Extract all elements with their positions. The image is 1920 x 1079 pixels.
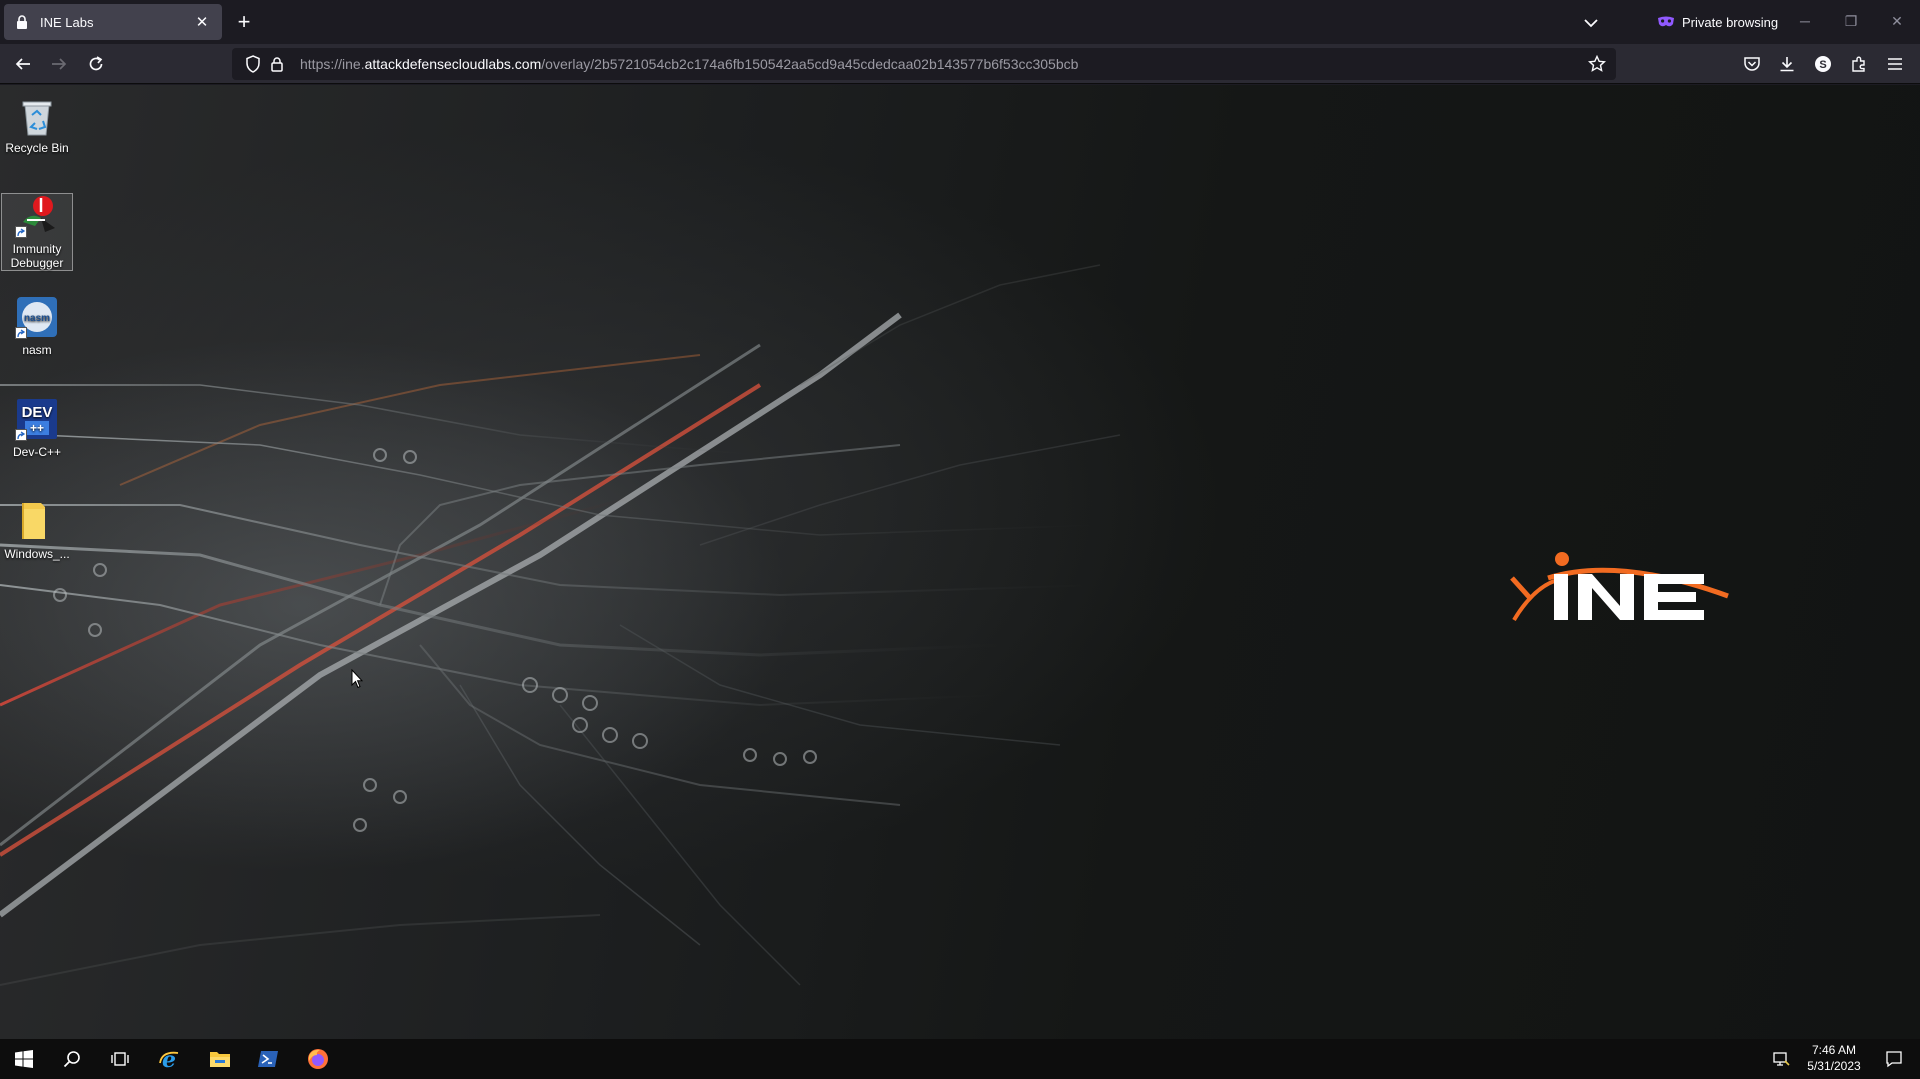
desktop-icon-nasm[interactable]: nasm nasm: [1, 295, 73, 357]
firefox-icon[interactable]: [294, 1039, 342, 1079]
url-domain: attackdefensecloudlabs.com: [364, 56, 542, 72]
ine-logo: [1510, 552, 1729, 622]
nasm-icon: nasm: [15, 295, 59, 339]
windows-start-icon[interactable]: [0, 1039, 48, 1079]
extensions-icon[interactable]: [1847, 52, 1871, 76]
remote-desktop-viewport[interactable]: Recycle Bin Immunity Debugger nasm nasm …: [0, 85, 1920, 1039]
tracking-protection-shield-icon[interactable]: [242, 53, 264, 75]
svg-text:e: e: [162, 1047, 176, 1071]
new-tab-button[interactable]: +: [232, 9, 256, 34]
shortcut-arrow-icon: [15, 226, 27, 238]
folder-icon: [15, 499, 59, 543]
url-path: /overlay/2b5721054cb2c174a6fb150542aa5cd…: [541, 56, 1079, 72]
shortcut-arrow-icon: [15, 327, 27, 339]
clock-date: 5/31/2023: [1807, 1059, 1861, 1073]
minimize-window-icon[interactable]: ─: [1790, 8, 1820, 34]
internet-explorer-icon[interactable]: e: [146, 1039, 194, 1079]
downloads-icon[interactable]: [1775, 52, 1799, 76]
lock-favicon-icon: [14, 14, 30, 30]
site-lock-icon[interactable]: [266, 53, 288, 75]
mouse-cursor-icon: [351, 669, 363, 689]
desktop-icon-label: Windows_...: [4, 547, 70, 561]
taskbar-clock[interactable]: 7:46 AM 5/31/2023: [1796, 1042, 1872, 1076]
desktop-icon-windows-folder[interactable]: Windows_...: [1, 499, 73, 561]
desktop-icon-label: Immunity Debugger: [10, 242, 64, 270]
desktop-icon-label: Recycle Bin: [5, 141, 69, 155]
reload-icon[interactable]: [84, 52, 108, 76]
powershell-icon[interactable]: [244, 1039, 292, 1079]
task-view-icon[interactable]: [96, 1039, 144, 1079]
file-explorer-icon[interactable]: [196, 1039, 244, 1079]
desktop-icon-recycle-bin[interactable]: Recycle Bin: [1, 93, 73, 155]
account-avatar-icon[interactable]: S: [1811, 52, 1835, 76]
hamburger-menu-icon[interactable]: [1883, 52, 1907, 76]
desktop-icon-label: Dev-C++: [12, 445, 62, 459]
clock-time: 7:46 AM: [1811, 1043, 1857, 1057]
immunity-debugger-icon: [15, 194, 59, 238]
private-browsing-indicator: Private browsing: [1658, 12, 1778, 32]
url-text[interactable]: https://ine.attackdefensecloudlabs.com/o…: [300, 56, 1078, 72]
private-mask-icon: [1658, 16, 1674, 27]
browser-navigation-bar: https://ine.attackdefensecloudlabs.com/o…: [0, 44, 1920, 84]
tab-list-chevron-icon[interactable]: [1580, 12, 1602, 34]
notification-center-icon[interactable]: [1874, 1039, 1914, 1079]
forward-arrow-icon[interactable]: [47, 52, 71, 76]
desktop-icon-dev-cpp[interactable]: DEV ++ Dev-C++: [1, 397, 73, 459]
desktop-icon-label: nasm: [22, 343, 52, 357]
tab-title: INE Labs: [40, 14, 94, 30]
back-arrow-icon[interactable]: [11, 52, 35, 76]
search-icon[interactable]: [48, 1039, 96, 1079]
svg-text:nasm: nasm: [24, 313, 50, 324]
svg-text:DEV: DEV: [22, 404, 53, 421]
browser-tab[interactable]: INE Labs ✕: [4, 4, 222, 40]
svg-text:S: S: [1819, 59, 1826, 71]
tab-close-icon[interactable]: ✕: [192, 12, 212, 32]
pocket-icon[interactable]: [1740, 52, 1764, 76]
bookmark-star-icon[interactable]: [1586, 53, 1608, 75]
url-prefix: https://ine.: [300, 56, 365, 72]
windows-taskbar: e 7:46 AM 5/31/2023: [0, 1039, 1920, 1079]
desktop-icon-immunity-debugger[interactable]: Immunity Debugger: [1, 193, 73, 271]
close-window-icon[interactable]: ✕: [1882, 8, 1912, 34]
restore-window-icon[interactable]: ❐: [1836, 8, 1866, 34]
url-bar[interactable]: https://ine.attackdefensecloudlabs.com/o…: [232, 48, 1616, 80]
svg-text:++: ++: [30, 421, 44, 435]
network-icon[interactable]: [1766, 1039, 1796, 1079]
shortcut-arrow-icon: [15, 429, 27, 441]
private-browsing-label: Private browsing: [1682, 14, 1779, 30]
browser-tab-bar: INE Labs ✕ + Private browsing ─ ❐ ✕: [0, 0, 1920, 44]
dev-cpp-icon: DEV ++: [15, 397, 59, 441]
recycle-bin-icon: [15, 93, 59, 137]
